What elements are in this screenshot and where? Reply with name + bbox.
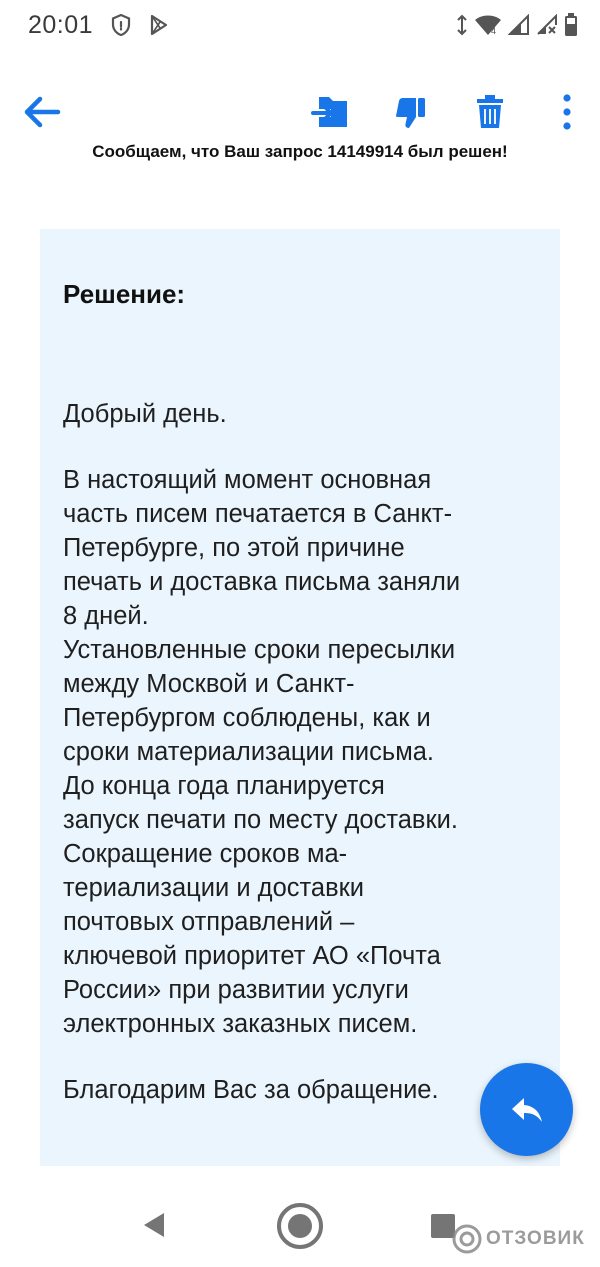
toolbar: [0, 82, 600, 142]
body-line: В настоящий момент основная: [63, 466, 432, 494]
more-options-button[interactable]: [554, 92, 580, 132]
delete-button[interactable]: [470, 92, 510, 132]
battery-icon: [565, 13, 577, 36]
signal-no-sim-icon: [537, 14, 557, 35]
vibrate-icon: [457, 14, 467, 36]
move-to-folder-button[interactable]: [311, 92, 351, 132]
status-bar: 20:01 4: [0, 0, 600, 50]
shield-icon: [111, 14, 131, 36]
nav-home-button[interactable]: [275, 1201, 325, 1256]
body-line: между Москвой и Санкт-: [63, 670, 355, 698]
nav-back-icon: [144, 1213, 164, 1237]
body-line: России» при развитии услуги: [63, 976, 409, 1004]
body-line: Сокращение сроков ма-: [63, 840, 348, 868]
greeting: Добрый день.: [63, 400, 227, 428]
watermark-text: ОТЗОВИК: [486, 1228, 585, 1249]
arrow-left-icon: [24, 96, 61, 128]
play-icon: [150, 14, 168, 36]
watermark-logo-icon: [452, 1224, 482, 1254]
status-right: 4: [456, 13, 578, 37]
watermark: ОТЗОВИК: [452, 1224, 585, 1254]
message-body: Добрый день. В настоящий момент основная…: [63, 397, 553, 1107]
body-line: ключевой приоритет АО «Почта: [63, 942, 441, 970]
body-line: электронных заказных писем.: [63, 1010, 418, 1038]
body-line: Петербургом соблюдены, как и: [63, 704, 431, 732]
nav-home-icon: [277, 1203, 323, 1249]
body-line: Установленные сроки пересылки: [63, 636, 456, 664]
reply-icon: [511, 1097, 542, 1122]
solution-heading: Решение:: [63, 279, 186, 309]
body-line: сроки материализации письма.: [63, 738, 434, 766]
message-subject: Сообщаем, что Ваш запрос 14149914 был ре…: [92, 142, 508, 161]
trash-icon: [477, 95, 503, 128]
body-line: печать и доставка письма заняли: [63, 568, 461, 596]
body-line: запуск печати по месту доставки.: [63, 806, 458, 834]
body-line: Петербурге, по этой причине: [63, 534, 405, 562]
spam-button[interactable]: [390, 92, 430, 132]
status-time: 20:01: [28, 10, 94, 39]
body-line: часть писем печатается в Санкт-: [63, 500, 453, 528]
signal-icon: [508, 14, 529, 35]
status-left: 20:01: [28, 11, 169, 40]
reply-button[interactable]: [480, 1063, 573, 1156]
message-card: Решение: Добрый день. В настоящий момент…: [40, 229, 560, 1166]
thumb-down-icon: [396, 98, 425, 128]
back-button[interactable]: [22, 94, 62, 130]
wifi-icon: 4: [475, 15, 501, 36]
more-vert-icon: [563, 94, 571, 130]
svg-text:4: 4: [491, 26, 496, 36]
body-line: До конца года планируется: [63, 772, 385, 800]
move-to-folder-icon: [311, 97, 347, 127]
body-line: териализации и доставки: [63, 874, 365, 902]
nav-back-button[interactable]: [140, 1211, 168, 1244]
body-line: 8 дней.: [63, 602, 149, 630]
body-line: почтовых отправлений –: [63, 908, 355, 936]
